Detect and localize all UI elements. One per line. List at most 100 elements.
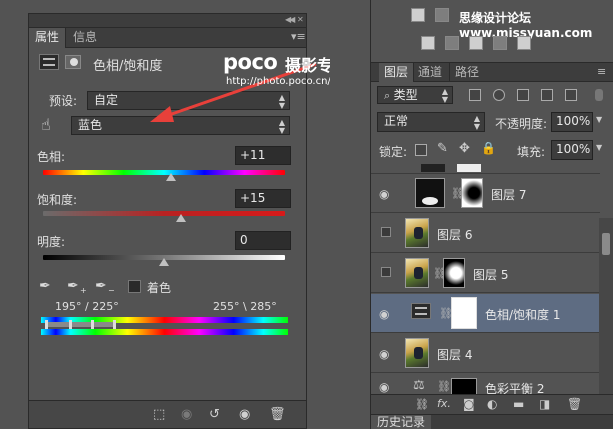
opacity-dropdown-icon[interactable]: ▼ <box>596 115 602 124</box>
subtract-eyedropper-icon[interactable]: ✒ <box>95 278 107 294</box>
layer-mask-thumbnail[interactable] <box>461 178 483 208</box>
layer-filter-dropdown[interactable]: ⌕ 类型 ▲ ▼ <box>377 86 453 104</box>
new-adjustment-layer-icon[interactable]: ◐ <box>487 397 497 411</box>
layer-row-5[interactable]: ⛓ 图层 5 <box>371 254 600 293</box>
adjustment-layer-icon[interactable] <box>39 54 59 70</box>
lock-label: 锁定: <box>379 145 408 159</box>
tab-info[interactable]: 信息 <box>67 28 103 48</box>
new-layer-icon[interactable]: ◨ <box>539 397 550 411</box>
tab-properties[interactable]: 属性 <box>29 28 67 48</box>
range-handle-left-outer[interactable] <box>45 320 48 329</box>
targeted-adjustment-hand-icon[interactable]: ☝ <box>41 115 51 134</box>
filter-pixel-icon[interactable] <box>469 89 481 101</box>
colorize-checkbox[interactable] <box>128 280 141 293</box>
add-mask-icon[interactable]: ◙ <box>463 397 475 411</box>
hue-slider-track[interactable] <box>43 170 285 175</box>
blend-mode-dropdown[interactable]: 正常 ▲ ▼ <box>377 112 485 132</box>
visibility-eye-icon[interactable]: ◉ <box>379 347 389 361</box>
panel-title-strip: ◀◀ ✕ <box>29 14 306 28</box>
layer-row-4[interactable]: ◉ 图层 4 <box>371 334 600 373</box>
photo-filter-icon[interactable] <box>493 36 507 50</box>
saturation-slider-thumb[interactable] <box>175 214 186 222</box>
layer-name[interactable]: 色相/饱和度 1 <box>485 306 561 323</box>
layer-name[interactable]: 图层 7 <box>491 186 526 203</box>
add-eyedropper-icon[interactable]: ✒ <box>67 278 79 294</box>
saturation-value-field[interactable]: +15 <box>235 189 291 208</box>
output-hue-range-bar <box>41 329 288 335</box>
layers-menu-icon[interactable]: ≡ <box>597 65 606 78</box>
link-layers-icon[interactable]: ⛓ <box>415 398 429 411</box>
layers-scrollbar[interactable] <box>599 218 613 394</box>
filter-toggle-icon[interactable] <box>595 89 603 101</box>
filter-shape-icon[interactable] <box>541 89 553 101</box>
layer-thumbnail <box>405 258 429 288</box>
color-balance-icon[interactable] <box>445 36 459 50</box>
visibility-toggle[interactable] <box>381 267 391 277</box>
hue-range-selector[interactable] <box>47 322 113 327</box>
reset-icon[interactable]: ↺ <box>209 407 220 422</box>
visibility-toggle[interactable] <box>381 227 391 237</box>
lock-all-icon[interactable]: 🔒 <box>481 141 496 155</box>
layer-name[interactable]: 图层 6 <box>437 226 472 243</box>
tab-layers[interactable]: 图层 <box>379 63 415 82</box>
saturation-slider-track[interactable] <box>43 211 285 216</box>
hue-value-field[interactable]: +11 <box>235 146 291 165</box>
lightness-label: 明度: <box>37 235 66 249</box>
tab-channels[interactable]: 通道 <box>413 63 447 82</box>
layer-row-7[interactable]: ◉ ⛓ 图层 7 <box>371 174 600 213</box>
layers-scrollbar-thumb[interactable] <box>602 233 610 255</box>
layer-row-hue-saturation[interactable]: ◉ ⛓ 色相/饱和度 1 <box>371 294 600 333</box>
close-panel-icon[interactable]: ✕ <box>297 15 304 24</box>
layer-thumbnail <box>405 338 429 368</box>
delete-layer-icon[interactable]: 🗑 <box>567 397 582 411</box>
eyedropper-icon[interactable]: ✒ <box>39 278 51 294</box>
layer-mask-thumbnail[interactable] <box>451 297 477 329</box>
visibility-eye-icon[interactable]: ◉ <box>379 187 389 201</box>
delete-adjustment-icon[interactable]: 🗑 <box>269 407 286 422</box>
fill-dropdown-icon[interactable]: ▼ <box>596 143 602 152</box>
layer-name[interactable]: 图层 4 <box>437 346 472 363</box>
filter-type-icon[interactable] <box>517 89 529 101</box>
collapse-panel-icon[interactable]: ◀◀ <box>285 15 295 24</box>
filter-search-icon: ⌕ <box>384 89 394 102</box>
lock-position-icon[interactable]: ✥ <box>459 141 470 156</box>
range-handle-right-outer[interactable] <box>113 320 116 329</box>
lightness-value-field[interactable]: 0 <box>235 231 291 250</box>
range-handle-left-inner[interactable] <box>69 320 72 329</box>
fill-field[interactable]: 100% <box>551 140 593 160</box>
panel-menu-icon[interactable]: ▾≡ <box>291 30 306 43</box>
visibility-eye-icon[interactable]: ◉ <box>379 380 389 394</box>
channel-mixer-icon[interactable] <box>517 36 531 50</box>
partial-layer-mask <box>457 164 481 172</box>
view-previous-state-icon[interactable]: ◉ <box>181 407 192 422</box>
layer-row-6[interactable]: 图层 6 <box>371 214 600 253</box>
layer-mask-thumbnail[interactable] <box>451 378 477 395</box>
layer-style-fx-button[interactable]: fx. <box>437 397 451 410</box>
hue-saturation-icon[interactable] <box>421 36 435 50</box>
tab-paths[interactable]: 路径 <box>449 63 484 82</box>
properties-tab-bar: 属性 信息 ▾≡ <box>29 28 306 48</box>
layer-mask-thumbnail[interactable] <box>443 258 465 288</box>
visibility-eye-icon[interactable]: ◉ <box>239 407 250 422</box>
layer-name[interactable]: 色彩平衡 2 <box>485 380 544 395</box>
opacity-field[interactable]: 100% <box>551 112 593 132</box>
levels-icon[interactable] <box>435 8 449 22</box>
filter-smart-object-icon[interactable] <box>565 89 577 101</box>
range-left-readout: 195° / 225° <box>55 300 119 313</box>
mask-link-icon[interactable]: ⛓ <box>437 380 451 393</box>
new-group-icon[interactable]: ▬ <box>513 397 524 411</box>
hue-slider-thumb[interactable] <box>166 173 177 181</box>
clip-to-layer-icon[interactable]: ⬚ <box>153 407 165 422</box>
filter-adjustment-icon[interactable] <box>493 89 505 101</box>
black-white-icon[interactable] <box>469 36 483 50</box>
visibility-eye-icon[interactable]: ◉ <box>379 307 389 321</box>
lock-pixels-icon[interactable]: ✎ <box>437 141 448 156</box>
tab-history[interactable]: 历史记录 <box>371 415 432 429</box>
layer-mask-icon[interactable] <box>65 55 81 69</box>
brightness-icon[interactable] <box>411 8 425 22</box>
layer-row-color-balance[interactable]: ◉ ⚖ ⛓ 色彩平衡 2 <box>371 374 600 395</box>
range-handle-right-inner[interactable] <box>91 320 94 329</box>
layer-name[interactable]: 图层 5 <box>473 266 508 283</box>
lightness-slider-thumb[interactable] <box>159 258 169 266</box>
lock-transparent-icon[interactable] <box>415 144 427 156</box>
